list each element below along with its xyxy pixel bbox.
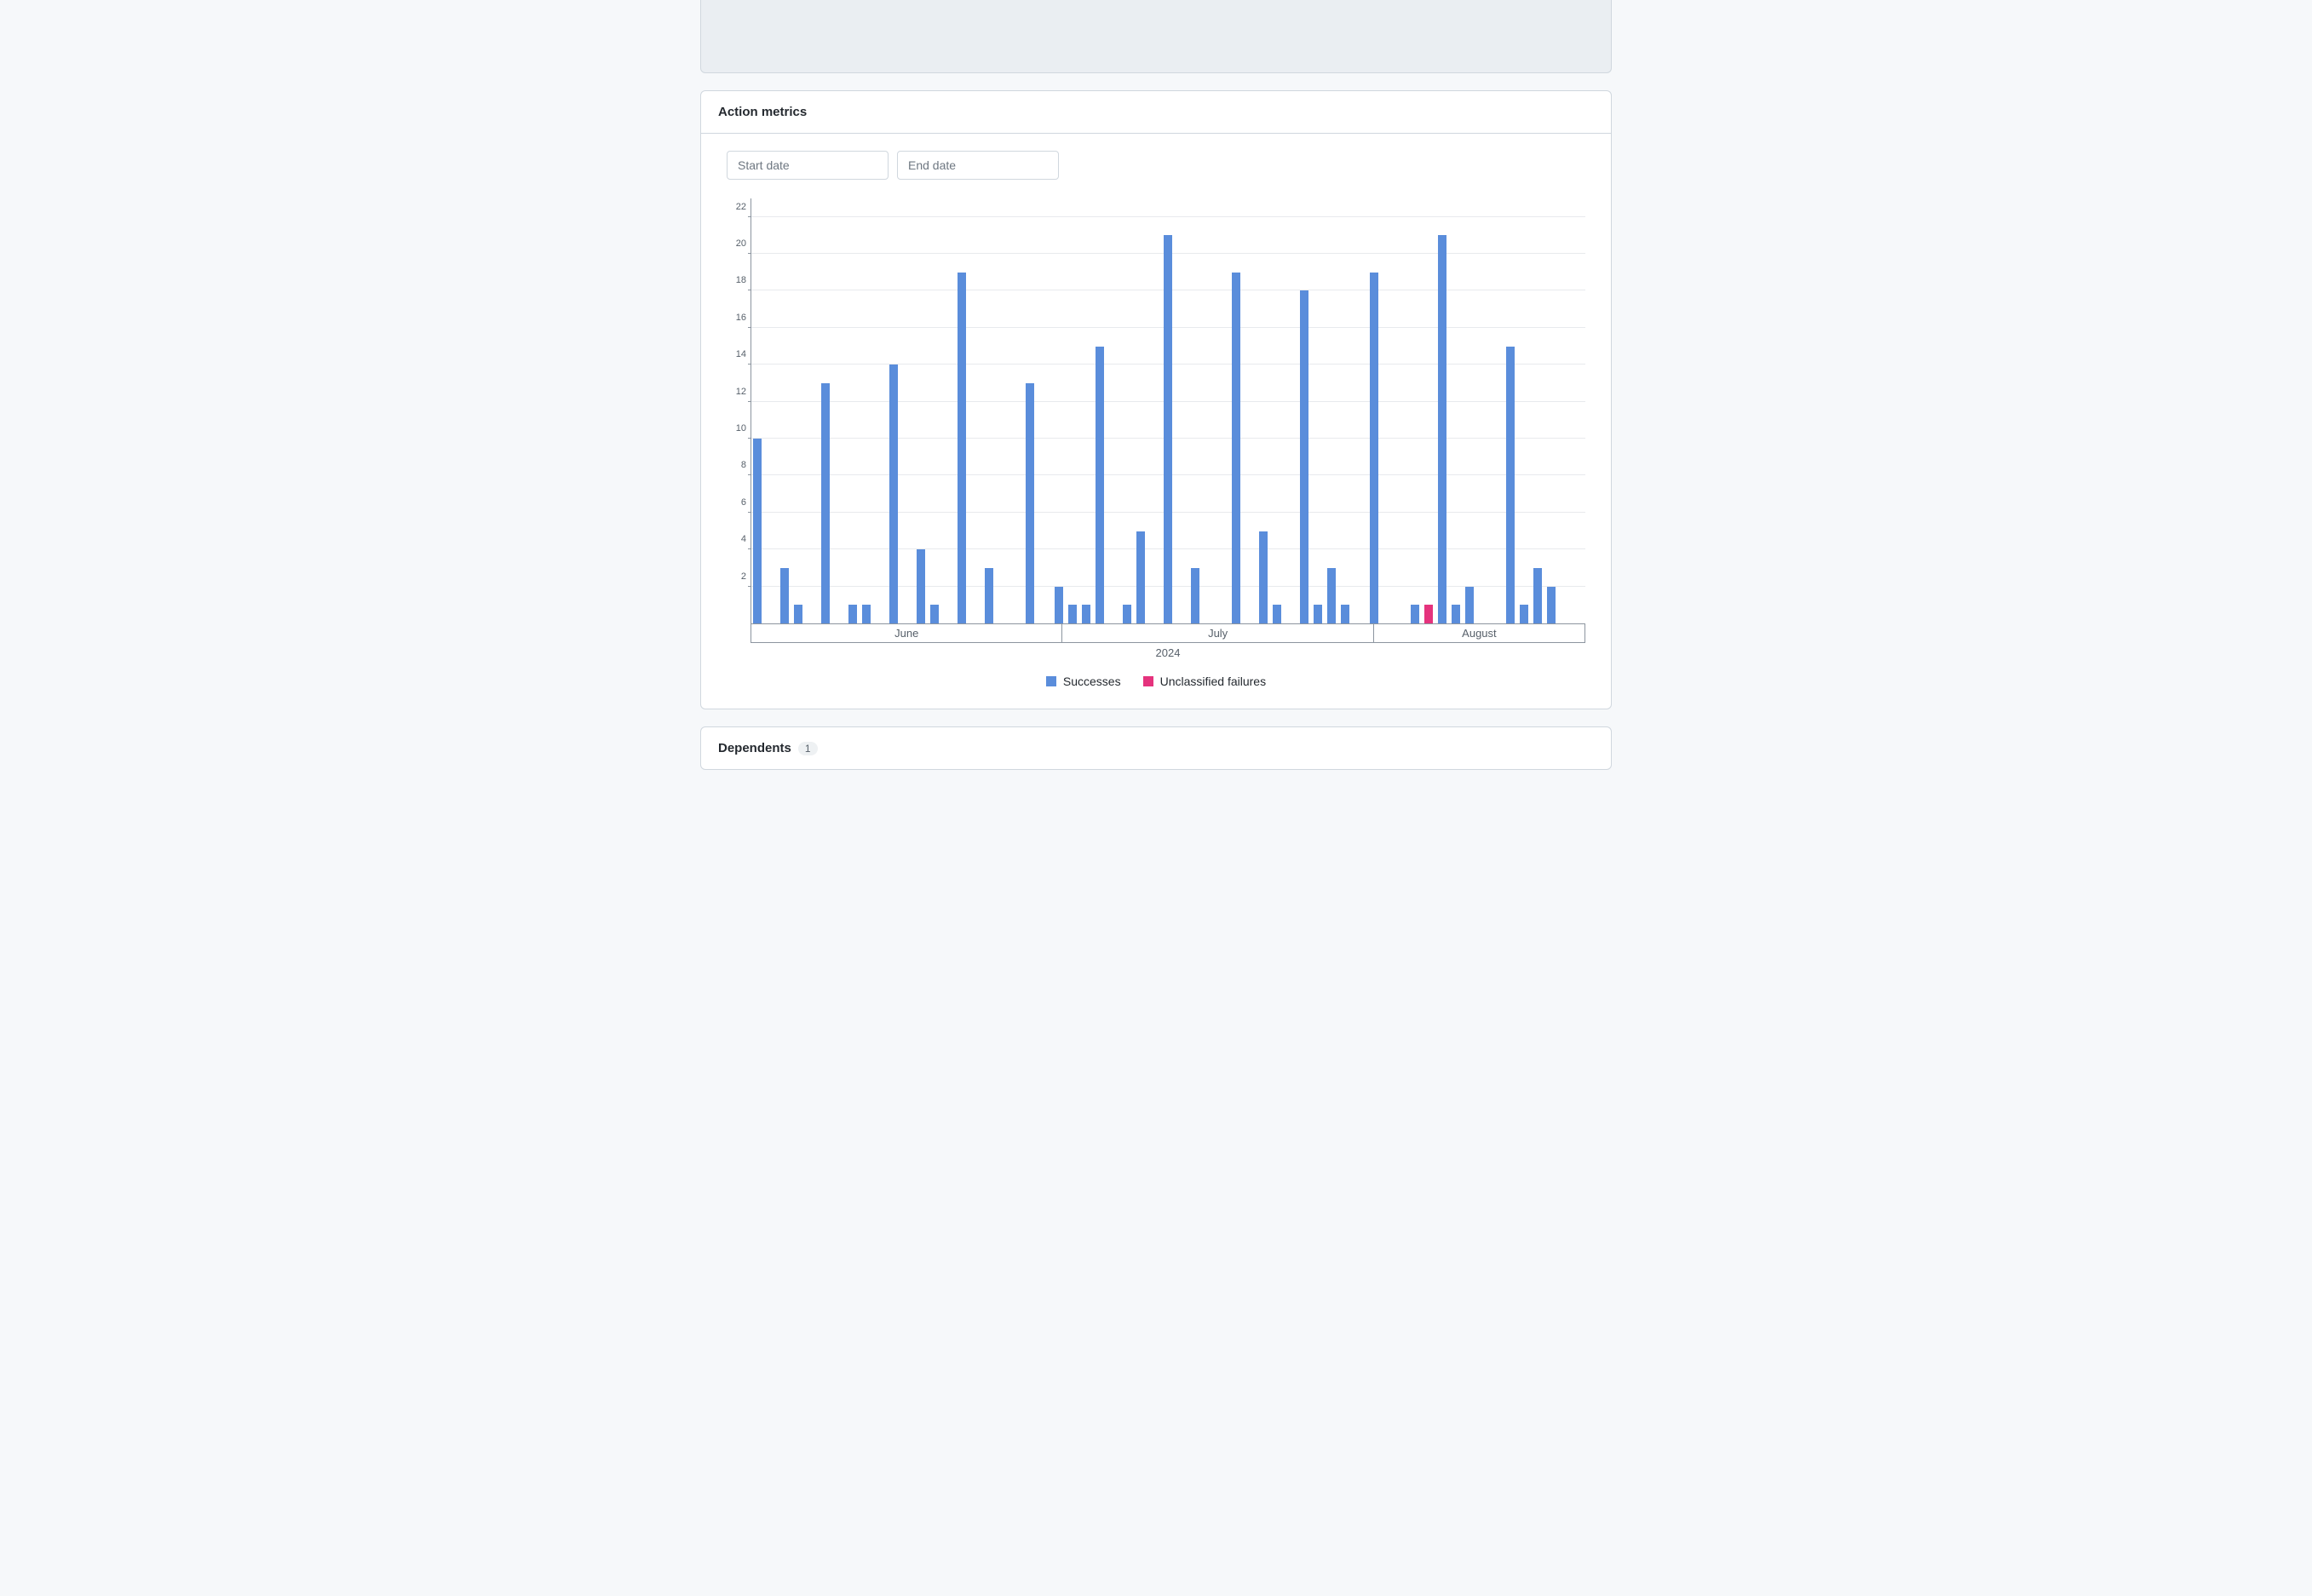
chart-ytick: 12 xyxy=(736,387,751,397)
chart-bar[interactable] xyxy=(1068,605,1077,623)
chart-bar[interactable] xyxy=(1300,290,1308,623)
chart-bar[interactable] xyxy=(917,549,925,623)
swatch-failure-icon xyxy=(1143,676,1153,686)
chart-bar[interactable] xyxy=(1191,568,1199,623)
chart-bar[interactable] xyxy=(1438,235,1446,623)
chart-bar[interactable] xyxy=(985,568,993,623)
legend-failures-label: Unclassified failures xyxy=(1160,675,1267,688)
chart-bar[interactable] xyxy=(1465,587,1474,623)
chart-bar[interactable] xyxy=(1452,605,1460,623)
chart-bar[interactable] xyxy=(1164,235,1172,623)
chart-ytick: 8 xyxy=(741,460,751,470)
chart-ytick: 6 xyxy=(741,497,751,508)
chart-ytick: 16 xyxy=(736,313,751,323)
chart-bar[interactable] xyxy=(1506,347,1515,623)
chart-month-label: July xyxy=(1061,624,1372,643)
chart-bar[interactable] xyxy=(889,365,898,623)
chart-bar[interactable] xyxy=(821,383,830,623)
chart-ytick: 20 xyxy=(736,238,751,249)
chart-ytick: 22 xyxy=(736,202,751,212)
chart-bar[interactable] xyxy=(1424,605,1433,623)
chart-bar[interactable] xyxy=(1314,605,1322,623)
action-metrics-chart: 2 4 6 8 10 12 14 16 18 20 22 JuneJulyAugust 2024 S… xyxy=(727,198,1585,688)
chart-bar[interactable] xyxy=(780,568,789,623)
chart-bar[interactable] xyxy=(1123,605,1131,623)
dependents-card: Dependents 1 xyxy=(700,726,1612,770)
chart-month-label: June xyxy=(751,624,1061,643)
chart-ytick: 4 xyxy=(741,534,751,544)
chart-bar[interactable] xyxy=(1026,383,1034,623)
chart-bar[interactable] xyxy=(1370,273,1378,623)
chart-bar[interactable] xyxy=(848,605,857,623)
chart-bar[interactable] xyxy=(958,273,966,623)
chart-ytick: 18 xyxy=(736,275,751,285)
chart-bar[interactable] xyxy=(1520,605,1528,623)
chart-bar[interactable] xyxy=(930,605,939,623)
chart-bar[interactable] xyxy=(1341,605,1349,623)
dependents-title: Dependents xyxy=(718,741,791,755)
start-date-input[interactable]: Start date xyxy=(727,151,889,180)
chart-bar[interactable] xyxy=(1259,531,1268,623)
legend-successes[interactable]: Successes xyxy=(1046,675,1121,688)
chart-bar[interactable] xyxy=(1273,605,1281,623)
date-range-row: Start date End date xyxy=(727,151,1585,180)
legend-failures[interactable]: Unclassified failures xyxy=(1143,675,1267,688)
chart-bar[interactable] xyxy=(1547,587,1556,623)
chart-bars xyxy=(751,198,1585,623)
chart-month-label: August xyxy=(1373,624,1585,643)
chart-bar[interactable] xyxy=(753,439,762,623)
dependents-count-badge: 1 xyxy=(798,742,818,755)
chart-year-label: 2024 xyxy=(751,643,1585,659)
chart-bar[interactable] xyxy=(1055,587,1063,623)
action-metrics-title: Action metrics xyxy=(701,91,1611,134)
chart-bar[interactable] xyxy=(1096,347,1104,623)
chart-bar[interactable] xyxy=(1327,568,1336,623)
chart-bar[interactable] xyxy=(862,605,871,623)
chart-ytick: 2 xyxy=(741,571,751,582)
chart-bar[interactable] xyxy=(1232,273,1240,623)
chart-bar[interactable] xyxy=(1082,605,1090,623)
chart-bar[interactable] xyxy=(1533,568,1542,623)
chart-ytick: 14 xyxy=(736,349,751,359)
chart-ytick: 10 xyxy=(736,423,751,433)
legend-successes-label: Successes xyxy=(1063,675,1121,688)
action-metrics-card: Action metrics Start date End date 2 4 6 8 1… xyxy=(700,90,1612,709)
previous-card-placeholder xyxy=(700,0,1612,73)
chart-bar[interactable] xyxy=(1136,531,1145,623)
chart-bar[interactable] xyxy=(1411,605,1419,623)
swatch-success-icon xyxy=(1046,676,1056,686)
end-date-input[interactable]: End date xyxy=(897,151,1059,180)
chart-bar[interactable] xyxy=(794,605,802,623)
chart-legend: Successes Unclassified failures xyxy=(727,675,1585,688)
